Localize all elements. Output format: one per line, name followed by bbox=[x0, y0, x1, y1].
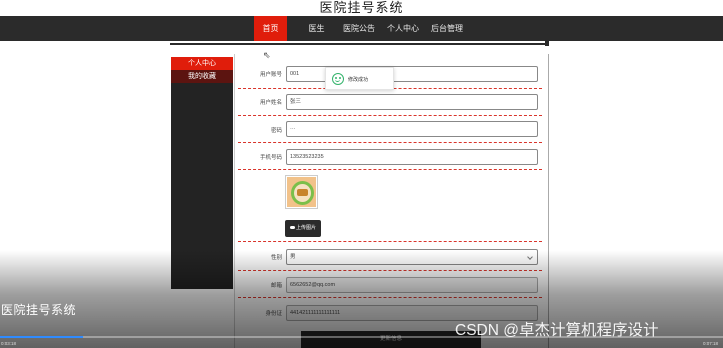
upload-image-label: 上传图片 bbox=[295, 225, 316, 231]
nav-personal-center[interactable]: 个人中心 bbox=[384, 16, 422, 41]
toast-message: 修改成功 bbox=[348, 77, 369, 83]
avatar bbox=[285, 175, 318, 209]
name-label: 用户姓名 bbox=[259, 100, 282, 106]
password-field[interactable]: ··· bbox=[286, 121, 538, 137]
video-time-current: 0:03:18 bbox=[1, 341, 17, 346]
gender-selected-value: 男 bbox=[290, 254, 296, 260]
top-navbar: 首页 医生 医院公告 个人中心 后台管理 bbox=[0, 16, 723, 41]
password-label: 密码 bbox=[270, 128, 282, 134]
cloud-upload-icon bbox=[289, 226, 295, 230]
account-field[interactable]: 001 bbox=[286, 66, 538, 82]
row-separator bbox=[238, 270, 542, 271]
video-progress-fill bbox=[0, 336, 84, 338]
nav-home[interactable]: 首页 bbox=[254, 16, 287, 41]
sidebar-item-personal-center[interactable]: 个人中心 bbox=[171, 57, 233, 70]
nav-doctors[interactable]: 医生 bbox=[302, 16, 331, 41]
top-divider bbox=[170, 43, 548, 45]
email-field[interactable]: 6562652@qq.com bbox=[286, 277, 538, 293]
site-title: 医院挂号系统 bbox=[319, 0, 404, 15]
sidebar-item-favorites[interactable]: 我的收藏 bbox=[171, 70, 233, 83]
gender-select[interactable]: 男 bbox=[286, 249, 538, 265]
upload-image-button[interactable]: 上传图片 bbox=[285, 220, 321, 237]
success-toast: 修改成功 bbox=[325, 67, 394, 90]
nav-announcements[interactable]: 医院公告 bbox=[340, 16, 378, 41]
video-time-total: 0:07:18 bbox=[703, 341, 719, 346]
row-separator bbox=[238, 169, 542, 170]
smile-icon bbox=[332, 73, 344, 85]
row-separator bbox=[238, 115, 542, 116]
row-separator bbox=[238, 241, 542, 242]
row-separator bbox=[238, 297, 542, 298]
idcard-label: 身份证 bbox=[265, 311, 282, 317]
phone-field[interactable]: 13523523235 bbox=[286, 149, 538, 165]
chevron-down-icon bbox=[527, 254, 533, 260]
sidebar: 个人中心 我的收藏 bbox=[171, 57, 233, 289]
row-separator bbox=[238, 142, 542, 143]
watermark: CSDN @卓杰计算机程序设计 bbox=[455, 322, 659, 339]
account-label: 用户账号 bbox=[259, 72, 282, 78]
gender-label: 性别 bbox=[270, 255, 282, 261]
email-label: 邮箱 bbox=[270, 283, 282, 289]
video-title: 医院挂号系统 bbox=[1, 303, 77, 317]
phone-label: 手机号码 bbox=[259, 155, 282, 161]
top-divider-end bbox=[545, 41, 549, 46]
nav-admin[interactable]: 后台管理 bbox=[428, 16, 466, 41]
update-info-button[interactable]: 更新信息 bbox=[301, 331, 481, 348]
name-field[interactable]: 张三 bbox=[286, 94, 538, 110]
